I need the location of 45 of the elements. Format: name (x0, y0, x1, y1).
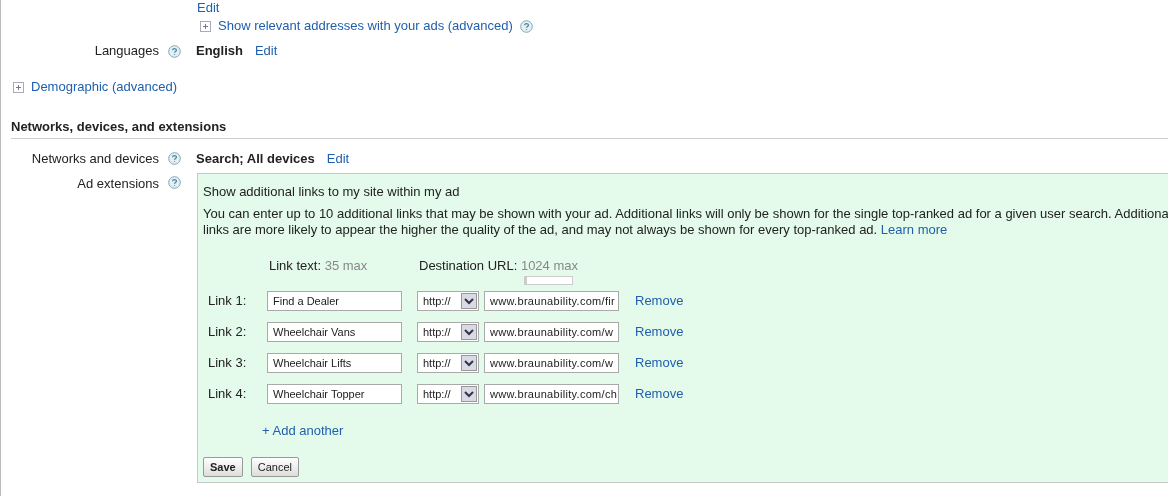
url-input[interactable]: www.braunability.com/ch (484, 384, 619, 404)
plus-box-icon[interactable] (13, 81, 24, 93)
plus-box-icon[interactable] (200, 20, 211, 32)
remove-link[interactable]: Remove (635, 324, 684, 340)
link-label: Link 1: (207, 292, 248, 311)
help-icon[interactable] (168, 44, 181, 58)
protocol-select[interactable]: http:// (417, 353, 479, 373)
protocol-select[interactable]: http:// (417, 384, 479, 404)
panel-heading: Show additional links to my site within my ad (203, 182, 461, 201)
remove-link[interactable]: Remove (635, 386, 684, 402)
section-title: Networks, devices, and extensions (11, 117, 1168, 139)
cancel-button[interactable]: Cancel (250, 457, 299, 477)
link-label: Link 4: (207, 385, 248, 404)
field-label: Ad extensions (76, 174, 159, 193)
addresses-toggle-link[interactable]: Show relevant addresses with your ads (advanced) (218, 16, 513, 36)
link-label: Link 3: (207, 354, 248, 373)
link-text-input[interactable]: Wheelchair Lifts (267, 353, 402, 373)
field-value: English (196, 42, 243, 61)
field-label: Networks and devices (30, 149, 159, 168)
field-value: Search; All devices (196, 149, 315, 168)
help-icon[interactable] (519, 19, 533, 33)
help-icon[interactable] (168, 175, 181, 189)
edit-link[interactable]: Edit (197, 0, 220, 15)
help-icon[interactable] (168, 152, 181, 165)
remove-link[interactable]: Remove (635, 355, 684, 371)
edit-link[interactable]: Edit (326, 150, 350, 166)
url-input[interactable]: www.braunability.com/fir (484, 291, 619, 311)
url-input[interactable]: www.braunability.com/w (484, 322, 619, 342)
add-another-link[interactable]: + Add another (262, 422, 344, 438)
column-header: Destination URL: 1024 max (419, 257, 578, 275)
remove-link[interactable]: Remove (635, 293, 684, 309)
edit-link[interactable]: Edit (254, 43, 278, 59)
learn-more-link[interactable]: Learn more (880, 222, 948, 237)
protocol-select[interactable]: http:// (417, 322, 479, 342)
demographic-toggle-link[interactable]: Demographic (advanced) (31, 77, 177, 97)
link-text-input[interactable]: Wheelchair Vans (267, 322, 402, 342)
link-text-input[interactable]: Find a Dealer (267, 291, 402, 311)
url-input[interactable]: www.braunability.com/w (484, 353, 619, 373)
field-label: Languages (93, 42, 159, 61)
link-label: Link 2: (207, 323, 248, 342)
save-button[interactable]: Save (203, 457, 243, 477)
column-header: Link text: 35 max (269, 257, 369, 275)
protocol-select[interactable]: http:// (417, 291, 479, 311)
description-text: You can enter up to 10 additional links that may be shown with your ad. Additional links will only be shown for the single top-ranked ad for a given user search. Additiona links are more likely to appear the higher the quality of the ad, and may not always be shown for every top-ranked ad. Learn more (203, 206, 1168, 238)
link-text-input[interactable]: Wheelchair Topper (267, 384, 402, 404)
